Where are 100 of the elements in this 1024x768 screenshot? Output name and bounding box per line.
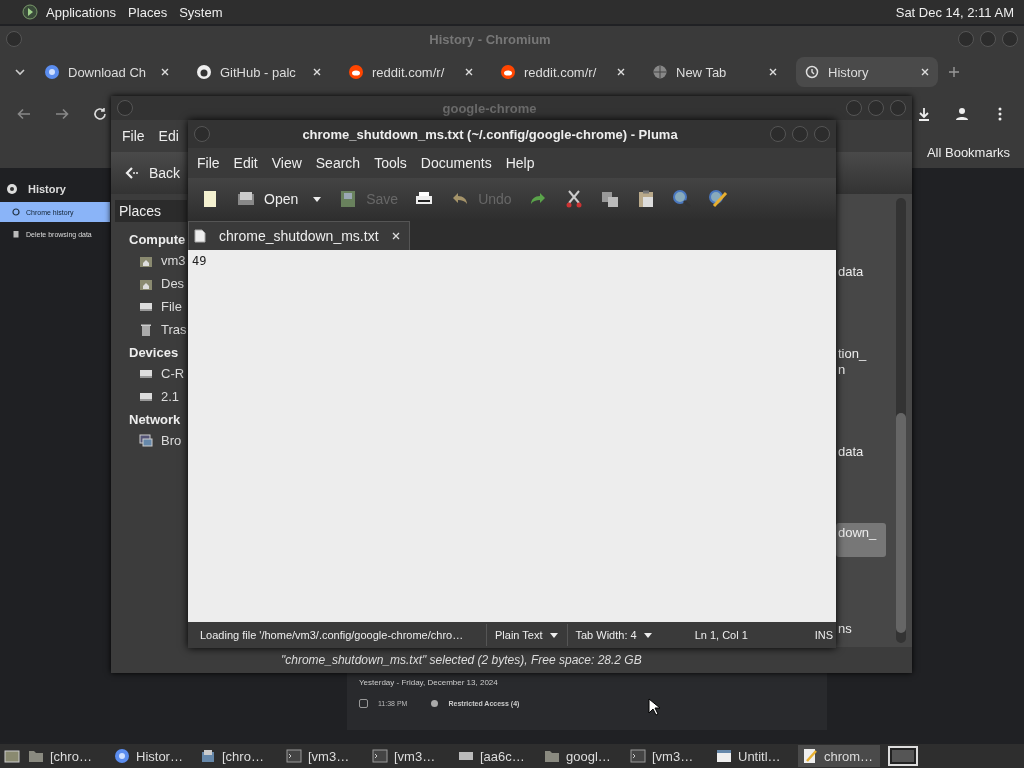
- file-name-label[interactable]: ns: [836, 619, 886, 639]
- trash-icon: [12, 230, 20, 238]
- close-icon[interactable]: [464, 67, 474, 77]
- file-name-label[interactable]: data: [836, 262, 886, 282]
- file-name-label[interactable]: tion_ n: [836, 343, 886, 380]
- all-bookmarks-button[interactable]: All Bookmarks: [926, 144, 1010, 160]
- network-icon: [139, 433, 153, 448]
- browser-tab[interactable]: Download Ch: [36, 57, 178, 87]
- menu-item[interactable]: View: [264, 155, 309, 171]
- status-message: Loading file '/home/vm3/.config/google-chrome/chro…: [200, 629, 465, 641]
- chrome-logo-icon: [44, 64, 60, 80]
- places-dropdown[interactable]: Places: [115, 200, 187, 222]
- show-desktop-icon[interactable]: [4, 748, 20, 764]
- places-item[interactable]: File: [111, 295, 191, 318]
- scrollbar[interactable]: [896, 198, 906, 643]
- terminal-icon: [630, 748, 646, 764]
- browser-tab[interactable]: New Tab: [644, 57, 786, 87]
- language-dropdown[interactable]: Plain Text: [486, 624, 567, 646]
- browser-tab[interactable]: reddit.com/r/: [340, 57, 482, 87]
- tab-width-dropdown[interactable]: Tab Width: 4: [566, 624, 661, 646]
- new-tab-icon[interactable]: [948, 66, 960, 78]
- text-editor-icon: [802, 748, 818, 764]
- menu-item[interactable]: File: [115, 128, 152, 144]
- menu-item[interactable]: Help: [498, 155, 542, 171]
- close-icon[interactable]: [160, 67, 170, 77]
- folder-icon: [28, 748, 44, 764]
- places-item[interactable]: C-R: [111, 362, 191, 385]
- menu-logo-icon: [22, 4, 38, 20]
- document-tab[interactable]: chrome_shutdown_ms.txt: [188, 221, 410, 250]
- browser-tab[interactable]: GitHub - palc: [188, 57, 330, 87]
- taskbar-button[interactable]: [vm3…: [626, 745, 708, 767]
- menu-item[interactable]: File: [190, 155, 227, 171]
- taskbar-button[interactable]: googl…: [540, 745, 622, 767]
- browser-tab[interactable]: History: [796, 57, 938, 87]
- caret-icon: [642, 630, 653, 640]
- taskbar-button[interactable]: [aa6c…: [454, 745, 536, 767]
- menu-item[interactable]: Edi: [151, 128, 186, 144]
- insert-mode: INS: [814, 629, 833, 641]
- panel-menu[interactable]: Places: [124, 4, 172, 20]
- favicon-icon: [431, 700, 439, 707]
- menu-item[interactable]: Search: [308, 155, 368, 171]
- section-heading: Compute: [128, 231, 187, 249]
- status-text: "chrome_shutdown_ms.txt" selected (2 bytes), Free space: 28.2 GB: [281, 653, 642, 667]
- close-icon[interactable]: [920, 67, 930, 77]
- places-item[interactable]: 2.1: [111, 385, 191, 408]
- sidebar-heading: History: [28, 183, 66, 195]
- terminal-icon: [286, 748, 302, 764]
- close-icon[interactable]: [768, 67, 778, 77]
- back-arrow-icon[interactable]: [16, 106, 32, 122]
- file-name-label[interactable]: data: [836, 441, 886, 462]
- workspace-switcher-icon[interactable]: [888, 746, 918, 766]
- document-icon: [193, 229, 207, 243]
- taskbar-button[interactable]: Histor…: [110, 745, 192, 767]
- download-icon[interactable]: [916, 106, 932, 122]
- taskbar-button[interactable]: [vm3…: [282, 745, 364, 767]
- taskbar-button[interactable]: [chro…: [196, 745, 278, 767]
- taskbar-button[interactable]: chrom…: [798, 745, 880, 767]
- menu-item[interactable]: Edit: [226, 155, 265, 171]
- panel-menu[interactable]: Applications: [42, 4, 121, 20]
- menu-item[interactable]: Tools: [367, 155, 414, 171]
- close-icon[interactable]: [312, 67, 322, 77]
- panel-menu[interactable]: System: [175, 4, 227, 20]
- places-item[interactable]: Tras: [111, 318, 191, 341]
- trash-icon: [139, 322, 153, 337]
- checkbox[interactable]: [359, 699, 368, 708]
- clock[interactable]: Sat Dec 14, 2:11 AM: [891, 4, 1018, 20]
- chevron-down-icon[interactable]: [14, 66, 26, 78]
- back-button[interactable]: Back: [117, 161, 187, 185]
- window-title: chrome_shutdown_ms.txt (~/.config/google-chrome) - Pluma: [301, 126, 679, 142]
- cursor-position: Ln 1, Col 1: [694, 629, 749, 641]
- chrome-logo-icon: [114, 748, 130, 764]
- places-item[interactable]: Des: [111, 272, 191, 295]
- window-title: History - Chromium: [428, 31, 552, 47]
- close-icon[interactable]: [616, 67, 626, 77]
- caret-icon: [548, 630, 559, 640]
- reload-icon[interactable]: [92, 106, 108, 122]
- section-heading: Network: [128, 411, 182, 429]
- folder-icon: [544, 748, 560, 764]
- close-icon[interactable]: [390, 231, 401, 241]
- document-text: 49: [192, 254, 207, 268]
- globe-icon: [652, 64, 668, 80]
- places-item[interactable]: vm3: [111, 249, 191, 272]
- history-icon: [804, 64, 820, 80]
- taskbar-button[interactable]: Untitl…: [712, 745, 794, 767]
- window-icon: [716, 748, 732, 764]
- forward-arrow-icon[interactable]: [54, 106, 70, 122]
- taskbar-button[interactable]: [vm3…: [368, 745, 450, 767]
- browser-tab[interactable]: reddit.com/r/: [492, 57, 634, 87]
- file-name-label[interactable]: down_: [836, 523, 886, 558]
- toolbar-button[interactable]: Open: [230, 185, 329, 213]
- profile-icon[interactable]: [954, 106, 970, 122]
- menu-item[interactable]: Documents: [413, 155, 499, 171]
- section-heading: Devices: [128, 344, 180, 362]
- history-icon: [12, 208, 20, 216]
- taskbar-button[interactable]: [chro…: [24, 745, 106, 767]
- places-item[interactable]: Bro: [111, 429, 191, 452]
- text-area[interactable]: 49: [188, 250, 836, 622]
- terminal-icon: [372, 748, 388, 764]
- chrome-logo-icon: [6, 183, 18, 195]
- window-icon: [200, 748, 216, 764]
